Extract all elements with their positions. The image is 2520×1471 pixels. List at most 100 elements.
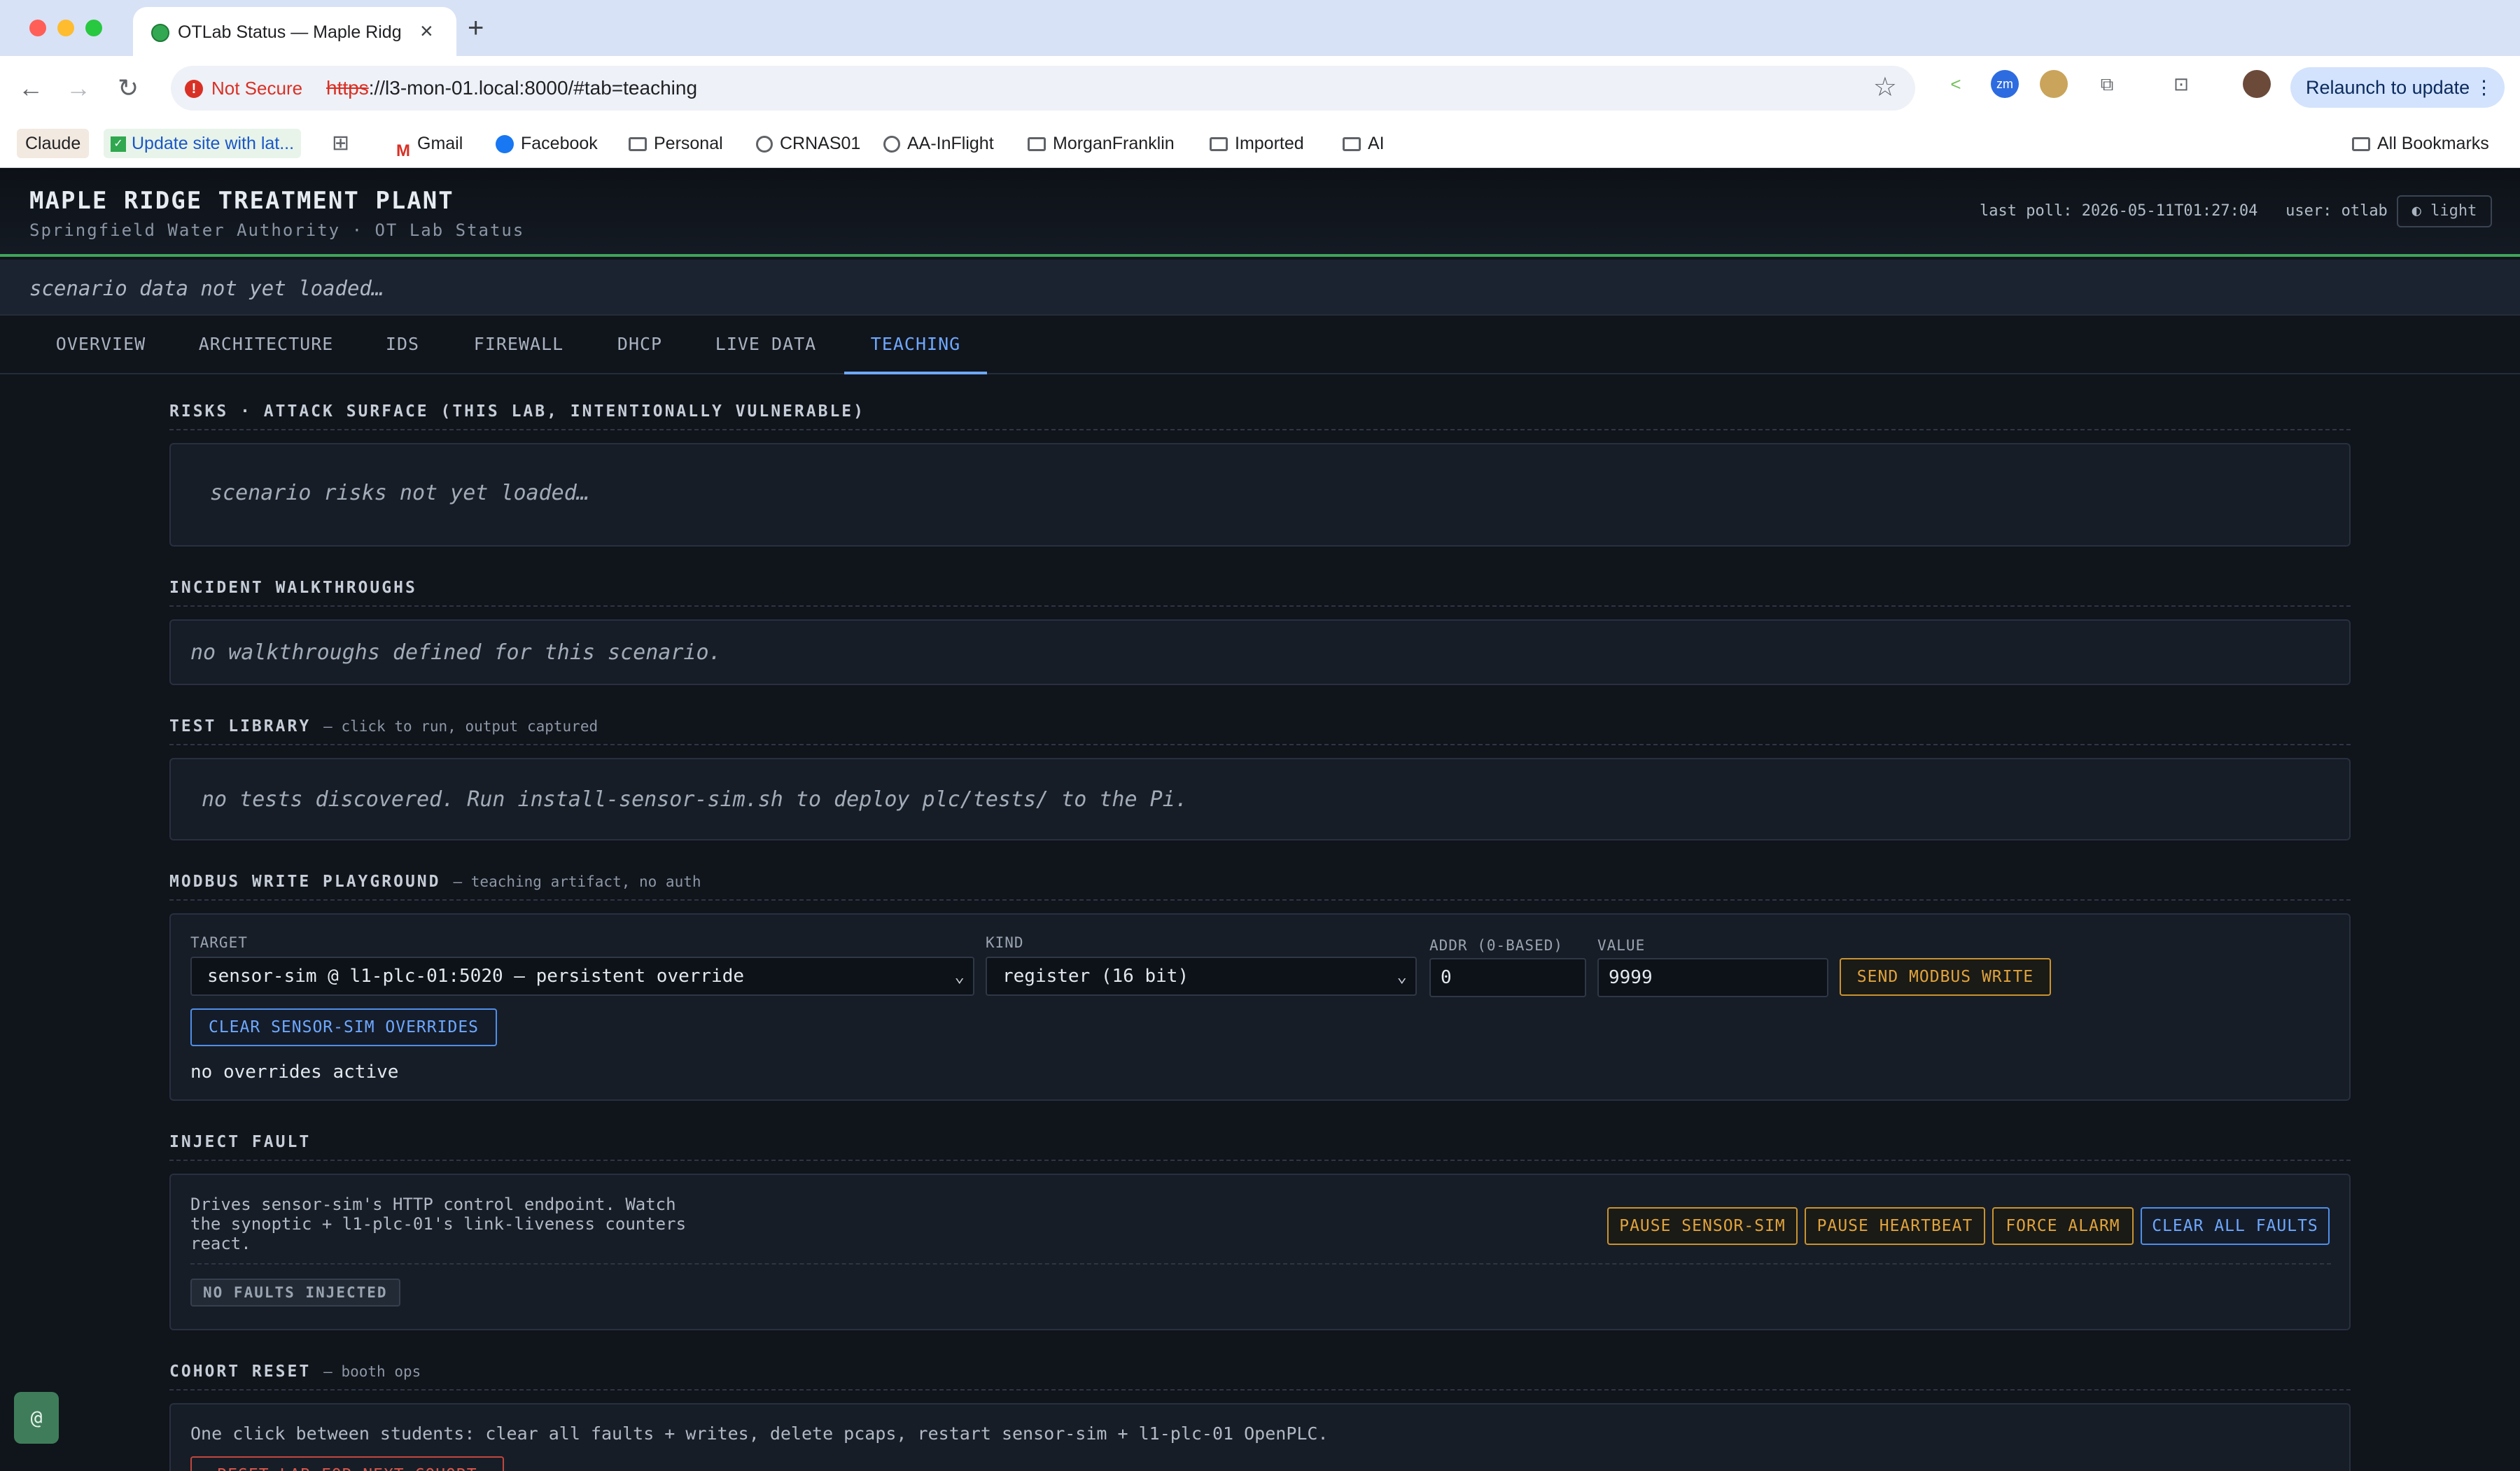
browser-tab-bar: OTLab Status — Maple Ridge × + <box>0 0 2520 56</box>
globe-icon <box>756 136 773 153</box>
section-title-text: TEST LIBRARY <box>169 717 312 736</box>
tab-ids[interactable]: IDS <box>360 317 445 374</box>
browser-tab-active[interactable]: OTLab Status — Maple Ridge × <box>133 7 456 56</box>
force-alarm-button[interactable]: FORCE ALARM <box>1992 1207 2134 1245</box>
back-icon[interactable]: ← <box>18 73 43 104</box>
tab-overview[interactable]: OVERVIEW <box>29 317 172 374</box>
section-note: — click to run, output captured <box>323 718 598 735</box>
relaunch-button[interactable]: Relaunch to update ⋮ <box>2290 67 2505 108</box>
bookmark-morganfranklin[interactable]: MorganFranklin <box>1028 129 1175 158</box>
section-divider <box>169 1389 2351 1391</box>
tab-title: OTLab Status — Maple Ridge <box>178 22 402 42</box>
bookmark-facebook[interactable]: Facebook <box>496 129 598 158</box>
not-secure-label[interactable]: Not Secure <box>211 78 302 99</box>
value-input[interactable]: 9999 <box>1597 958 1828 997</box>
forward-icon[interactable]: → <box>66 73 91 104</box>
extension-icon[interactable] <box>2040 70 2068 98</box>
section-divider <box>169 899 2351 901</box>
pause-heartbeat-button[interactable]: PAUSE HEARTBEAT <box>1805 1207 1985 1245</box>
tab-dhcp[interactable]: DHCP <box>592 317 687 374</box>
section-divider <box>169 429 2351 430</box>
cohort-reset-description: One click between students: clear all fa… <box>190 1423 1329 1444</box>
section-title-text: MODBUS WRITE PLAYGROUND <box>169 873 441 891</box>
bookmark-ai[interactable]: AI <box>1343 129 1385 158</box>
minimize-window-button[interactable] <box>57 20 74 36</box>
address-bar[interactable]: ! Not Secure https://l3-mon-01.local:800… <box>171 66 1915 111</box>
bookmark-crnas01[interactable]: CRNAS01 <box>756 129 860 158</box>
share-icon[interactable]: < <box>1942 70 1970 98</box>
inject-fault-panel: Drives sensor-sim's HTTP control endpoin… <box>169 1174 2351 1330</box>
bookmark-personal[interactable]: Personal <box>629 129 723 158</box>
pause-sensor-sim-button[interactable]: PAUSE SENSOR-SIM <box>1607 1207 1798 1245</box>
all-bookmarks[interactable]: All Bookmarks <box>2352 129 2489 158</box>
section-divider <box>169 605 2351 607</box>
folder-icon <box>629 137 647 152</box>
bookmark-claude[interactable]: Claude <box>17 129 90 158</box>
folder-icon <box>1210 137 1228 152</box>
send-modbus-write-button[interactable]: SEND MODBUS WRITE <box>1840 958 2051 996</box>
addr-label: ADDR (0-BASED) <box>1429 937 1564 954</box>
last-poll: last poll: 2026-05-11T01:27:04 <box>1980 202 2258 220</box>
theme-toggle-button[interactable]: ◐ light <box>2397 195 2492 227</box>
section-note: — booth ops <box>323 1363 421 1380</box>
app-header: MAPLE RIDGE TREATMENT PLANT Springfield … <box>0 169 2520 257</box>
section-title-text: COHORT RESET <box>169 1363 312 1381</box>
inject-fault-description: Drives sensor-sim's HTTP control endpoin… <box>190 1195 686 1253</box>
kind-label: KIND <box>986 934 1024 951</box>
warning-icon: ! <box>185 80 203 98</box>
risks-section-title: RISKS · ATTACK SURFACE (THIS LAB, INTENT… <box>169 402 865 421</box>
scenario-message: scenario data not yet loaded… <box>29 276 384 300</box>
tab-live-data[interactable]: LIVE DATA <box>687 317 844 374</box>
new-tab-icon[interactable]: + <box>468 11 484 45</box>
description-line: Drives sensor-sim's HTTP control endpoin… <box>190 1195 676 1214</box>
tab-close-icon[interactable]: × <box>420 17 433 45</box>
maximize-window-button[interactable] <box>85 20 102 36</box>
target-label: TARGET <box>190 934 248 951</box>
bookmark-star-icon[interactable]: ☆ <box>1873 71 1897 103</box>
all-bookmarks-label: All Bookmarks <box>2377 134 2489 153</box>
bookmark-gmail[interactable]: M Gmail <box>396 129 463 161</box>
gmail-icon: M <box>396 141 410 161</box>
tab-favicon-icon <box>151 24 169 42</box>
bookmark-label: MorganFranklin <box>1053 134 1175 153</box>
clear-overrides-button[interactable]: CLEAR SENSOR-SIM OVERRIDES <box>190 1008 497 1046</box>
tab-firewall[interactable]: FIREWALL <box>445 317 592 374</box>
clear-all-faults-button[interactable]: CLEAR ALL FAULTS <box>2141 1207 2330 1245</box>
risks-placeholder: scenario risks not yet loaded… <box>210 481 589 505</box>
bookmark-label: CRNAS01 <box>780 134 861 153</box>
walkthroughs-placeholder: no walkthroughs defined for this scenari… <box>190 640 722 665</box>
target-select-value: sensor-sim @ l1-plc-01:5020 — persistent… <box>207 966 745 987</box>
bookmark-label: Imported <box>1235 134 1304 153</box>
apps-grid-icon[interactable]: ⊞ <box>332 129 349 158</box>
puzzle-icon[interactable]: ⧉ <box>2093 70 2121 98</box>
floating-action-button[interactable]: @ <box>14 1392 59 1444</box>
url-text[interactable]: https://l3-mon-01.local:8000/#tab=teachi… <box>326 77 697 99</box>
bookmark-label: AA-InFlight <box>907 134 994 153</box>
bookmark-update-site[interactable]: ✓ Update site with lat... <box>104 129 302 158</box>
walkthroughs-panel: no walkthroughs defined for this scenari… <box>169 619 2351 685</box>
reset-lab-button[interactable]: RESET LAB FOR NEXT COHORT <box>190 1456 504 1471</box>
zoom-extension-icon[interactable]: zm <box>1991 70 2019 98</box>
reload-icon[interactable]: ↻ <box>118 73 139 104</box>
panel-divider <box>190 1263 2331 1265</box>
chevron-down-icon: ⌄ <box>954 966 965 986</box>
tab-architecture[interactable]: ARCHITECTURE <box>172 317 360 374</box>
tab-search-icon[interactable]: ⊡ <box>2167 70 2195 98</box>
menu-icon[interactable]: ⋮ <box>2474 67 2493 108</box>
bookmark-label: Gmail <box>417 134 463 153</box>
risks-panel: scenario risks not yet loaded… <box>169 443 2351 547</box>
target-select[interactable]: sensor-sim @ l1-plc-01:5020 — persistent… <box>190 957 974 996</box>
profile-avatar[interactable] <box>2243 70 2271 98</box>
scenario-banner: scenario data not yet loaded… <box>0 260 2520 316</box>
cohort-reset-section-title: COHORT RESET — booth ops <box>169 1363 421 1381</box>
bookmark-aa-inflight[interactable]: AA-InFlight <box>883 129 994 158</box>
test-library-placeholder: no tests discovered. Run install-sensor-… <box>202 787 1188 812</box>
bookmarks-bar: Claude ✓ Update site with lat... ⊞ M Gmail… <box>0 120 2520 168</box>
tab-teaching[interactable]: TEACHING <box>844 317 987 374</box>
page-subtitle: Springfield Water Authority · OT Lab Sta… <box>29 220 525 240</box>
bookmark-imported[interactable]: Imported <box>1210 129 1304 158</box>
kind-select[interactable]: register (16 bit) ⌄ <box>986 957 1417 996</box>
addr-input[interactable]: 0 <box>1429 958 1586 997</box>
close-window-button[interactable] <box>29 20 46 36</box>
test-library-section-title: TEST LIBRARY — click to run, output captu… <box>169 717 598 736</box>
